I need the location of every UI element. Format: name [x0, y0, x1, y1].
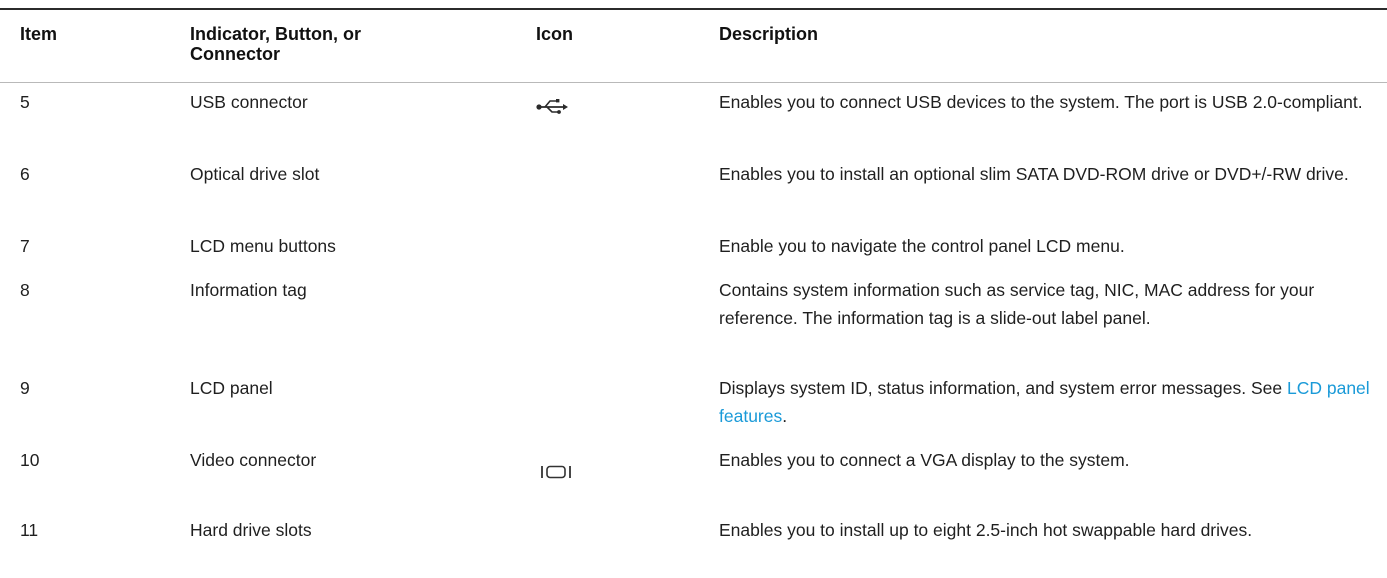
- header-description: Description: [719, 24, 819, 44]
- row-item-number: 10: [20, 450, 40, 470]
- usb-icon: [536, 99, 568, 114]
- row-description: Enables you to install up to eight 2.5-i…: [719, 520, 1253, 540]
- table-top-rule: [0, 8, 1387, 10]
- row-component-name: Optical drive slot: [190, 164, 320, 184]
- row-description: Enables you to connect USB devices to th…: [719, 92, 1363, 112]
- description-suffix: .: [782, 406, 788, 426]
- description-text: Displays system ID, status information, …: [719, 378, 1287, 398]
- row-description: Enables you to install an optional slim …: [719, 164, 1349, 184]
- row-item-number: 6: [20, 164, 30, 184]
- row-item-number: 11: [20, 520, 39, 540]
- row-component-name: Information tag: [190, 280, 307, 300]
- row-description: Enables you to connect a VGA display to …: [719, 450, 1130, 470]
- row-component-name: LCD menu buttons: [190, 236, 336, 256]
- row-component-name: Hard drive slots: [190, 520, 312, 540]
- row-description: Enable you to navigate the control panel…: [719, 236, 1125, 256]
- row-item-number: 8: [20, 280, 30, 300]
- row-description: Displays system ID, status information, …: [719, 374, 1379, 430]
- row-item-number: 5: [20, 92, 30, 112]
- header-indicator-button-connector: Indicator, Button, or Connector: [190, 24, 361, 64]
- row-component-name: Video connector: [190, 450, 317, 470]
- header-icon: Icon: [536, 24, 574, 44]
- row-item-number: 7: [20, 236, 30, 256]
- row-description: Contains system information such as serv…: [719, 280, 1315, 328]
- vga-icon: [541, 465, 571, 479]
- row-item-number: 9: [20, 378, 30, 398]
- header-item: Item: [20, 24, 58, 44]
- row-component-name: LCD panel: [190, 378, 273, 398]
- header-divider: [0, 82, 1387, 83]
- row-component-name: USB connector: [190, 92, 308, 112]
